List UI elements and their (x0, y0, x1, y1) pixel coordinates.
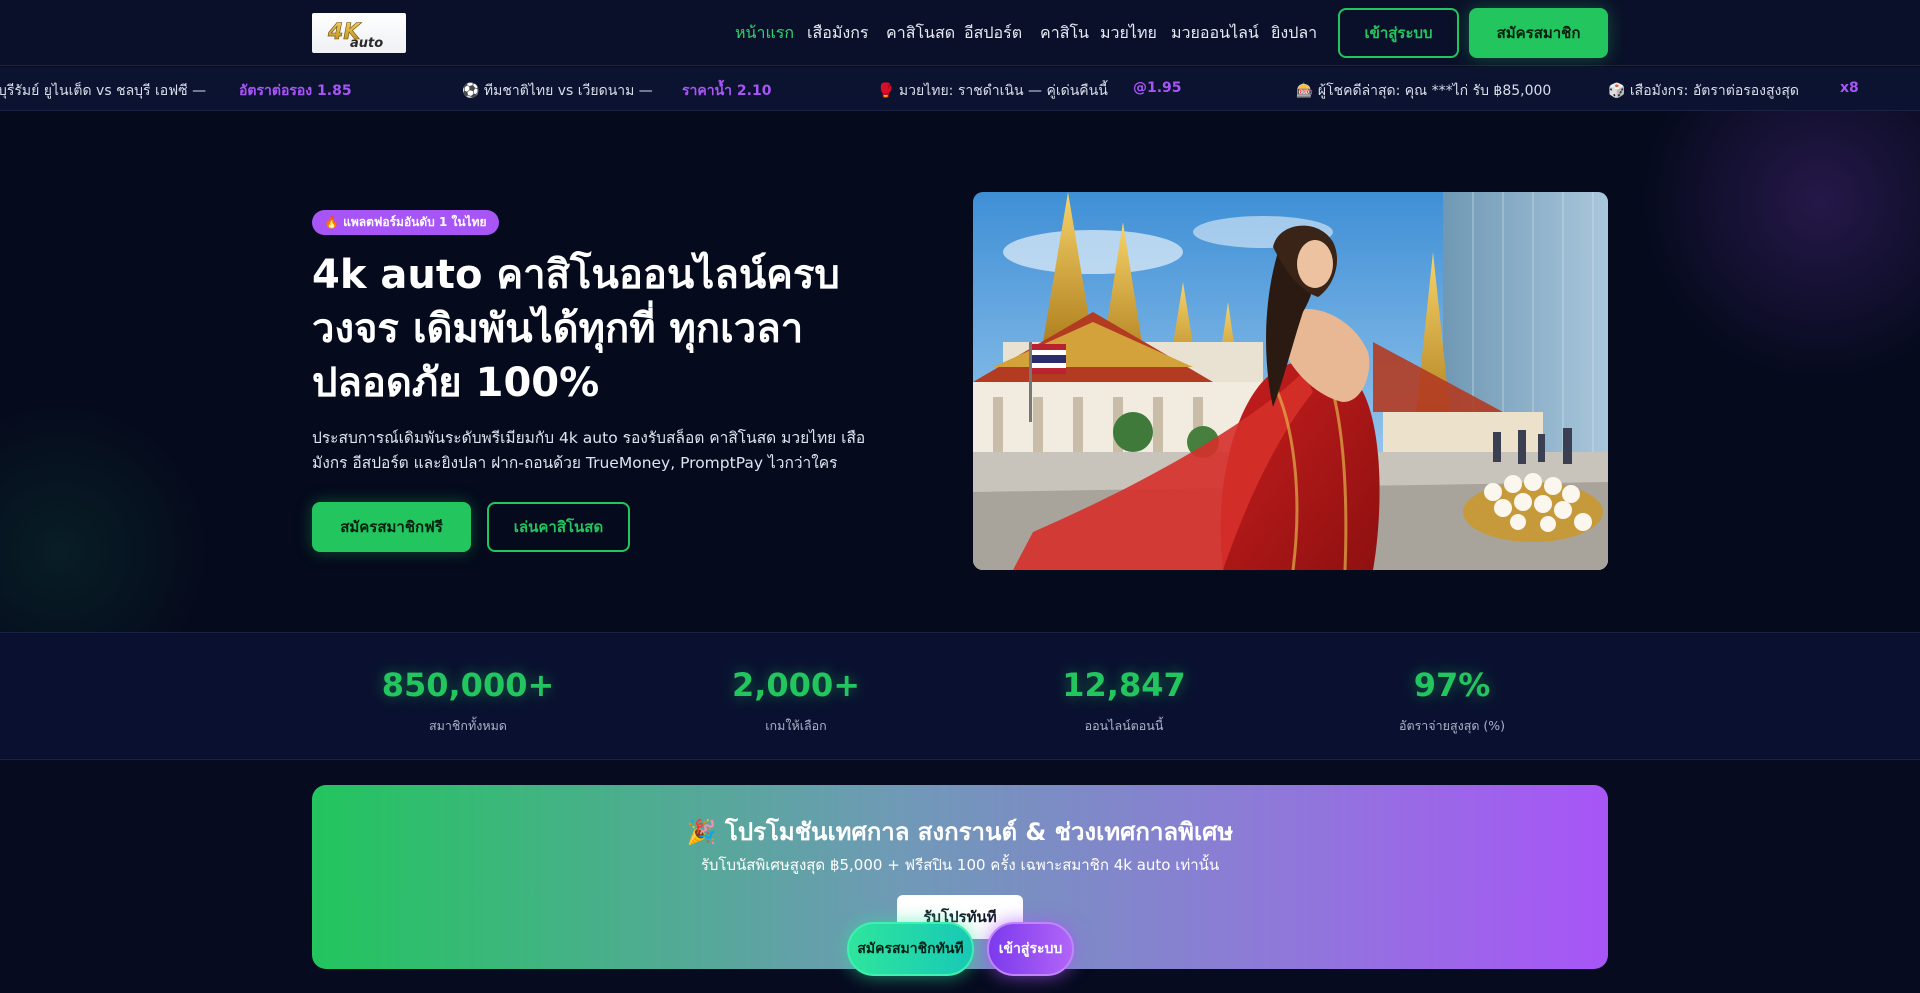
stats-section: 850,000+ สมาชิกทั้งหมด 2,000+ เกมให้เลือ… (0, 632, 1920, 760)
ticker-item: ⚽ ทีมชาติไทย vs เวียดนาม — (462, 83, 653, 99)
nav-item-casino[interactable]: คาสิโน (1040, 21, 1089, 46)
nav-item-dragon-tiger[interactable]: เสือมังกร (807, 21, 868, 46)
ticker-item: บุรีรัมย์ ยูไนเต็ด vs ชลบุรี เอฟซี — (0, 83, 207, 99)
stat-label: ออนไลน์ตอนนี้ (1084, 718, 1164, 733)
hero-description: ประสบการณ์เดิมพันระดับพรีเมียมกับ 4k aut… (312, 429, 866, 472)
floating-login-button[interactable]: เข้าสู่ระบบ (987, 922, 1074, 976)
nav-item-online-boxing[interactable]: มวยออนไลน์ (1171, 21, 1259, 46)
temple-woman-illustration (973, 192, 1608, 570)
promo-title: 🎉 โปรโมชันเทศกาล สงกรานต์ & ช่วงเทศกาลพิ… (686, 818, 1234, 846)
ticker-odds: อัตราต่อรอง 1.85 (239, 83, 352, 99)
odds-ticker: บุรีรัมย์ ยูไนเต็ด vs ชลบุรี เอฟซี — อัต… (0, 67, 1920, 111)
stat-label: เกมให้เลือก (765, 718, 827, 733)
hero-title: 4k auto คาสิโนออนไลน์ครบวงจร เดิมพันได้ท… (312, 252, 840, 406)
ticker-odds: ราคาน้ำ 2.10 (682, 83, 772, 99)
ticker-odds: x8 (1840, 80, 1859, 96)
stat-games: 2,000+ เกมให้เลือก (666, 666, 926, 736)
stat-value: 2,000+ (731, 666, 861, 704)
nav-item-esports[interactable]: อีสปอร์ต (964, 21, 1022, 46)
stat-members: 850,000+ สมาชิกทั้งหมด (338, 666, 598, 736)
nav-item-muay-thai[interactable]: มวยไทย (1100, 21, 1157, 46)
site-header: 4K auto หน้าแรก เสือมังกร คาสิโนสด อีสปอ… (0, 0, 1920, 66)
stat-value: 97% (1413, 666, 1491, 704)
ticker-item: 🎲 เสือมังกร: อัตราต่อรองสูงสุด (1608, 83, 1800, 99)
nav-item-live-casino[interactable]: คาสิโนสด (886, 21, 955, 46)
login-button[interactable]: เข้าสู่ระบบ (1338, 8, 1459, 58)
nav-item-home[interactable]: หน้าแรก (735, 21, 794, 46)
main-nav: หน้าแรก เสือมังกร คาสิโนสด อีสปอร์ต คาสิ… (0, 0, 1920, 66)
play-live-casino-button[interactable]: เล่นคาสิโนสด (487, 502, 630, 552)
stat-value: 12,847 (1062, 666, 1186, 704)
hero-badge: 🔥 แพลตฟอร์มอันดับ 1 ในไทย (312, 210, 499, 235)
register-button[interactable]: สมัครสมาชิก (1469, 8, 1608, 58)
hero-image (973, 192, 1608, 570)
ticker-item: 🥊 มวยไทย: ราชดำเนิน — คู่เด่นคืนนี้ (877, 83, 1108, 99)
stat-label: อัตราจ่ายสูงสุด (%) (1398, 718, 1506, 733)
floating-register-button[interactable]: สมัครสมาชิกทันที (847, 922, 974, 976)
ticker-item: 🎰 ผู้โชคดีล่าสุด: คุณ ***ไก่ รับ ฿85,000 (1296, 83, 1552, 99)
signup-free-button[interactable]: สมัครสมาชิกฟรี (312, 502, 471, 552)
ticker-odds: @1.95 (1133, 80, 1182, 96)
stat-label: สมาชิกทั้งหมด (429, 718, 507, 733)
stat-value: 850,000+ (381, 666, 555, 704)
stat-payout: 97% อัตราจ่ายสูงสุด (%) (1322, 666, 1582, 736)
stat-online: 12,847 ออนไลน์ตอนนี้ (994, 666, 1254, 736)
hero-section: 🔥 แพลตฟอร์มอันดับ 1 ในไทย 4k auto คาสิโน… (0, 111, 1920, 632)
nav-item-fishing[interactable]: ยิงปลา (1271, 21, 1317, 46)
promo-subtitle: รับโบนัสพิเศษสูงสุด ฿5,000 + ฟรีสปิน 100… (700, 856, 1220, 874)
